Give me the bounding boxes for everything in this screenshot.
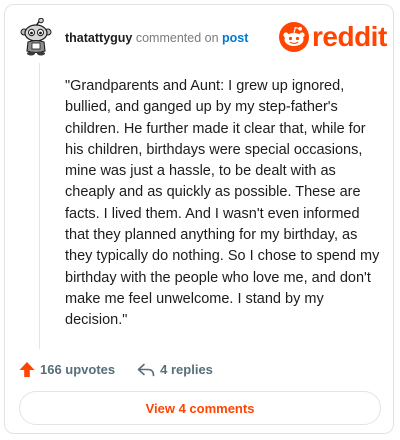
- upvote-arrow-icon: [19, 362, 35, 377]
- reddit-wordmark: reddit: [312, 21, 387, 52]
- reply-count: 4 replies: [160, 362, 213, 377]
- author-username[interactable]: thatattyguy: [65, 31, 132, 45]
- comment-actions: 166 upvotes 4 replies: [19, 361, 235, 378]
- reply-arrow-icon: [137, 363, 155, 376]
- comment-header: thatattyguy commented on post: [65, 31, 248, 45]
- reddit-logo-icon: [279, 22, 309, 52]
- comment-body: "Grandparents and Aunt: I grew up ignore…: [65, 78, 380, 329]
- upvote-count: 166 upvotes: [40, 362, 116, 377]
- view-comments-button[interactable]: View 4 comments: [19, 391, 381, 425]
- post-link[interactable]: post: [222, 31, 248, 45]
- thread-line[interactable]: [39, 63, 40, 349]
- snoo-avatar-icon: [20, 17, 52, 56]
- user-avatar[interactable]: [19, 17, 53, 56]
- commented-on-text: commented on: [135, 31, 219, 45]
- comment-card: thatattyguy commented on post reddit "Gr…: [4, 4, 394, 434]
- reply-button[interactable]: 4 replies: [137, 362, 213, 377]
- upvote-button[interactable]: 166 upvotes: [19, 361, 115, 378]
- reddit-logo[interactable]: reddit: [279, 22, 387, 52]
